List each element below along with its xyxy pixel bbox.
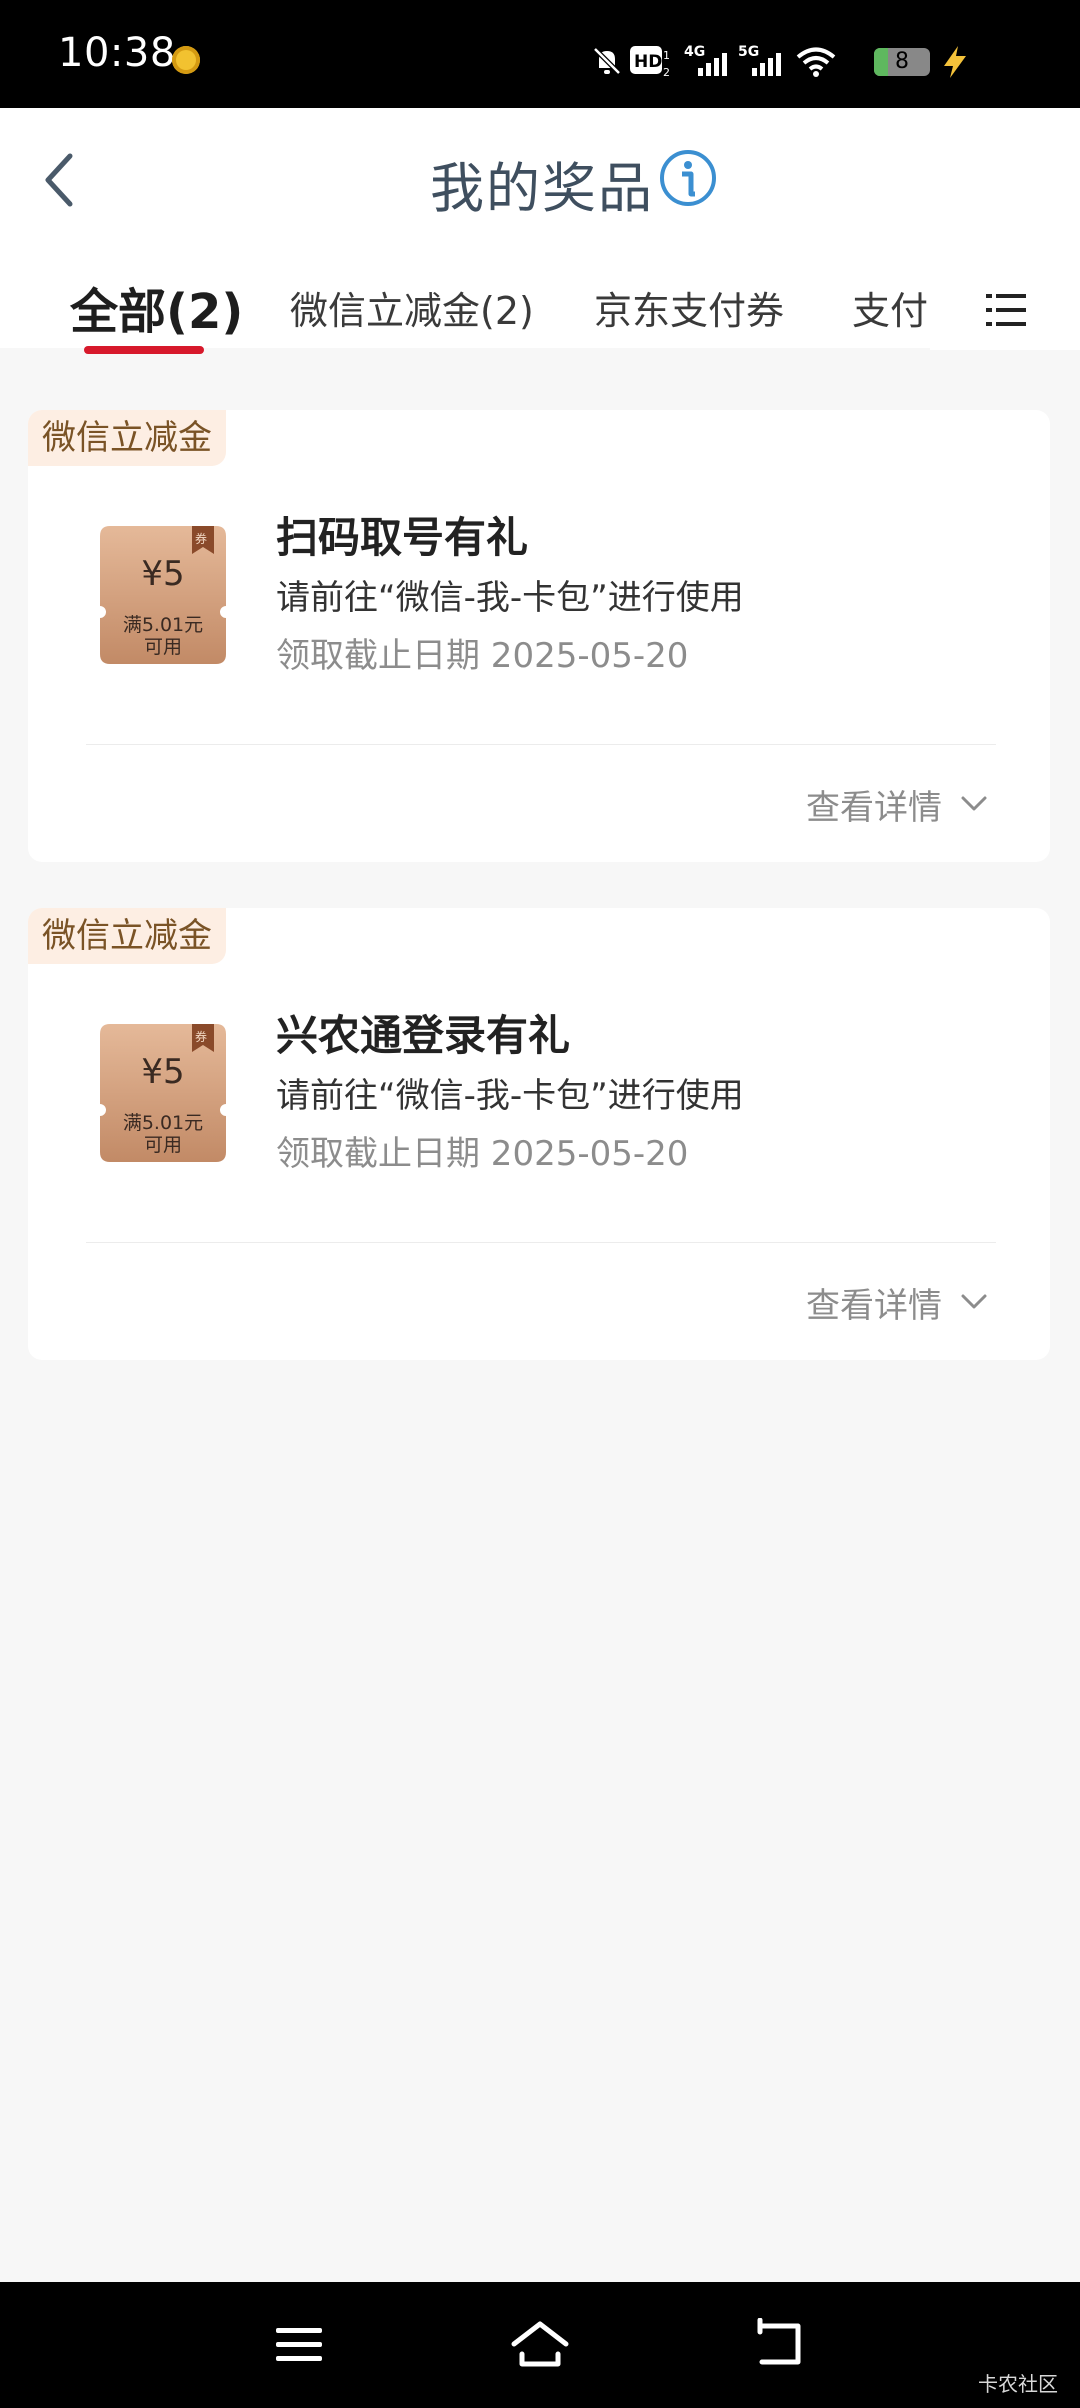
charging-icon xyxy=(944,46,966,78)
info-icon[interactable] xyxy=(658,148,718,208)
tab-bar: 全部(2) 微信立减金(2) 京东支付券 支付宝 xyxy=(0,270,1080,354)
coupon-amount: ¥5 xyxy=(141,1052,185,1092)
coupon-condition: 满5.01元可用 xyxy=(122,614,204,658)
card-badge: 微信立减金 xyxy=(28,410,226,466)
prize-deadline: 领取截止日期 2025-05-20 xyxy=(276,636,689,676)
chevron-down-icon[interactable] xyxy=(960,1292,988,1312)
prize-title: 扫码取号有礼 xyxy=(276,513,529,562)
system-nav-bar xyxy=(0,2282,1080,2408)
page-header: 我的奖品 全部(2) 微信立减金(2) 京东支付券 支付宝 xyxy=(0,108,1080,354)
prize-title: 兴农通登录有礼 xyxy=(276,1011,571,1060)
watermark-text: 卡农社区 xyxy=(978,2372,1058,2396)
view-details-link[interactable]: 查看详情 xyxy=(806,1278,942,1327)
list-menu-icon[interactable] xyxy=(986,290,1026,330)
signal-4g-icon: 4G xyxy=(684,44,727,76)
tab-wechat-discount[interactable]: 微信立减金(2) xyxy=(290,280,534,335)
tab-clip: 支付宝 xyxy=(852,270,932,340)
prize-deadline: 领取截止日期 2025-05-20 xyxy=(276,1134,689,1174)
menu-nav-icon[interactable] xyxy=(272,2318,326,2372)
status-time: 10:38 xyxy=(58,30,176,76)
prize-description: 请前往“微信-我-卡包”进行使用 xyxy=(276,578,744,618)
wifi-icon xyxy=(796,47,836,77)
svg-text:2: 2 xyxy=(663,66,670,78)
tab-alipay[interactable]: 支付宝 xyxy=(852,280,932,335)
hd-icon: HD 1 2 xyxy=(630,46,670,78)
back-arrow-icon[interactable] xyxy=(40,150,80,210)
svg-text:HD: HD xyxy=(634,52,662,72)
svg-text:1: 1 xyxy=(663,49,670,62)
home-icon[interactable] xyxy=(510,2318,570,2372)
coupon-graphic: 券 ¥5 满5.01元可用 xyxy=(100,1024,226,1162)
page-title: 我的奖品 xyxy=(430,157,654,220)
signal-5g-icon: 5G xyxy=(738,44,781,76)
coupon-graphic: 券 ¥5 满5.01元可用 xyxy=(100,526,226,664)
battery-icon: 8 xyxy=(874,48,930,76)
prize-description: 请前往“微信-我-卡包”进行使用 xyxy=(276,1076,744,1116)
coupon-condition: 满5.01元可用 xyxy=(122,1112,204,1156)
card-divider xyxy=(86,744,996,745)
tab-all[interactable]: 全部(2) xyxy=(70,272,243,342)
view-details-link[interactable]: 查看详情 xyxy=(806,780,942,829)
coupon-amount: ¥5 xyxy=(141,554,185,594)
prize-card: 微信立减金 券 ¥5 满5.01元可用 扫码取号有礼 请前往“微信-我-卡包”进… xyxy=(28,410,1050,862)
battery-level: 8 xyxy=(895,49,909,74)
chevron-down-icon[interactable] xyxy=(960,794,988,814)
back-nav-icon[interactable] xyxy=(754,2318,808,2372)
coupon-ribbon-text: 券 xyxy=(195,532,208,546)
coupon-ribbon-text: 券 xyxy=(195,1030,208,1044)
status-bar: 10:38 HD 1 2 4G 5G 8 xyxy=(0,0,1080,108)
card-badge: 微信立减金 xyxy=(28,908,226,964)
mute-icon xyxy=(593,47,621,75)
tab-active-indicator xyxy=(84,346,204,354)
card-divider xyxy=(86,1242,996,1243)
tab-jd-pay[interactable]: 京东支付券 xyxy=(594,280,784,335)
svg-text:4G: 4G xyxy=(684,44,705,60)
coin-icon xyxy=(172,46,200,74)
svg-text:5G: 5G xyxy=(738,44,759,60)
prize-card: 微信立减金 券 ¥5 满5.01元可用 兴农通登录有礼 请前往“微信-我-卡包”… xyxy=(28,908,1050,1360)
